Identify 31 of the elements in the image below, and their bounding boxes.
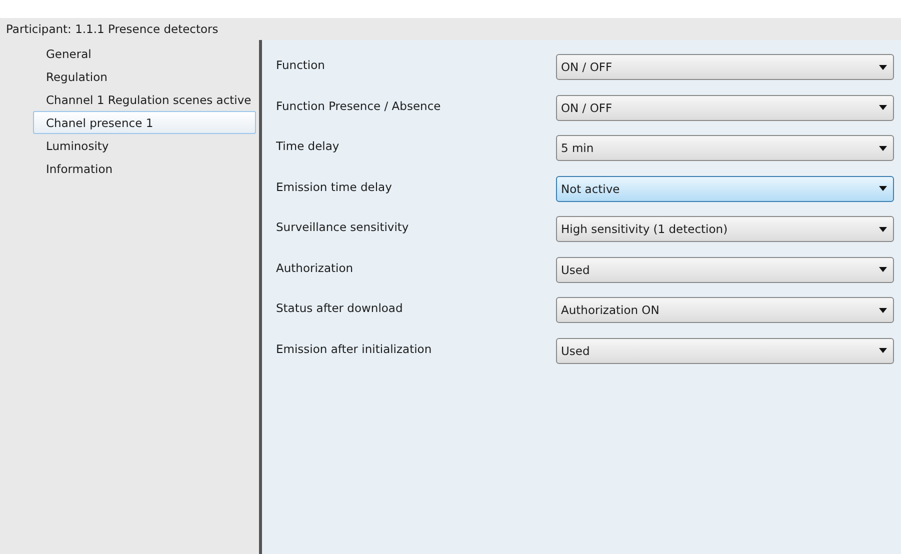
panel-title: Participant: 1.1.1 Presence detectors (5, 21, 220, 38)
caret-icon (879, 146, 887, 151)
caret-icon (879, 308, 887, 313)
caret-icon (879, 64, 887, 70)
dropdown[interactable]: High sensitivity (1 detection) (556, 216, 894, 242)
dropdown[interactable]: ON / OFF (556, 94, 894, 121)
parameter-label: Function Presence / Absence (276, 98, 442, 113)
parameter-label: Function (276, 58, 326, 72)
sidebar-item[interactable]: Channel 1 Regulation scenes active (33, 88, 256, 111)
caret-icon (879, 105, 887, 110)
sidebar-item[interactable]: Information (33, 157, 256, 180)
sidebar-item[interactable]: Chanel presence 1 (33, 111, 256, 134)
sidebar-item[interactable]: Regulation (33, 65, 256, 88)
parameter-label: Time delay (276, 139, 340, 154)
parameter-label: Status after download (276, 301, 404, 316)
parameter-label: Surveillance sensitivity (276, 220, 410, 234)
parameter-label: Authorization (276, 260, 354, 275)
caret-icon (879, 267, 887, 272)
sidebar-item[interactable]: General (33, 42, 256, 65)
dropdown[interactable]: 5 min (556, 135, 894, 162)
dropdown[interactable]: Not active (556, 176, 894, 202)
caret-icon (879, 186, 887, 192)
dropdown[interactable]: Used (556, 256, 894, 283)
sidebar-item[interactable]: Luminosity (33, 134, 256, 157)
parameter-label: Emission time delay (276, 180, 393, 194)
caret-icon (879, 226, 887, 232)
dropdown[interactable]: ON / OFF (556, 54, 894, 80)
parameter-label: Emission after initialization (276, 342, 433, 356)
dropdown[interactable]: Used (556, 338, 894, 364)
caret-icon (879, 348, 887, 354)
dropdown[interactable]: Authorization ON (556, 297, 894, 324)
